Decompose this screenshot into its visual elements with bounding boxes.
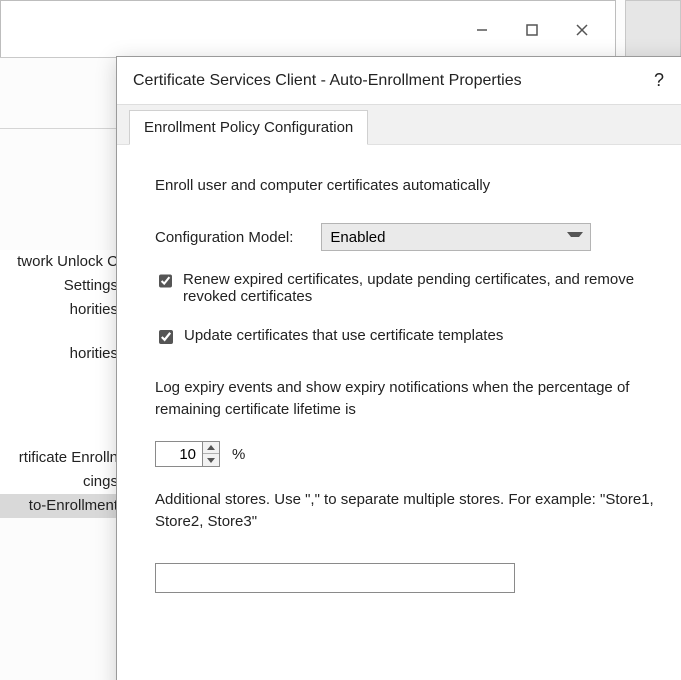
spinner-up-button[interactable] [203, 442, 219, 454]
expiry-percentage-input[interactable] [156, 442, 202, 466]
background-tree-item[interactable]: twork Unlock C [0, 250, 118, 274]
renew-expired-label: Renew expired certificates, update pendi… [183, 271, 665, 305]
background-tree-item[interactable]: horities [0, 342, 118, 366]
background-tree-item[interactable]: rtificate Enrolln [0, 446, 118, 470]
help-button[interactable]: ? [639, 70, 679, 91]
tabstrip: Enrollment Policy Configuration [117, 105, 681, 145]
renew-expired-checkbox[interactable] [159, 274, 172, 288]
background-tree-item[interactable]: cings [0, 470, 118, 494]
background-tree-item [0, 322, 118, 342]
background-right-strip-top [625, 0, 681, 58]
background-tree-item [0, 406, 118, 426]
additional-stores-text: Additional stores. Use "," to separate m… [155, 489, 665, 533]
expiry-text: Log expiry events and show expiry notifi… [155, 377, 665, 421]
expiry-percentage-suffix: % [232, 446, 245, 463]
auto-enrollment-dialog: Certificate Services Client - Auto-Enrol… [116, 56, 681, 680]
expiry-percentage-spinner [155, 441, 220, 467]
background-tree-item [0, 426, 118, 446]
dialog-titlebar: Certificate Services Client - Auto-Enrol… [117, 57, 681, 105]
background-tree-item [0, 366, 118, 386]
config-model-select[interactable]: Not ConfiguredEnabledDisabled [321, 223, 591, 251]
intro-text: Enroll user and computer certificates au… [155, 175, 665, 197]
background-tree-item[interactable]: horities [0, 298, 118, 322]
background-tree-item[interactable]: to-Enrollment [0, 494, 118, 518]
additional-stores-input[interactable] [155, 563, 515, 593]
background-tree-item [0, 386, 118, 406]
close-icon[interactable] [571, 19, 593, 41]
background-toolbar-divider [0, 128, 116, 129]
minimize-icon[interactable] [471, 19, 493, 41]
maximize-icon[interactable] [521, 19, 543, 41]
config-model-label: Configuration Model: [155, 229, 293, 246]
tab-enrollment-policy-configuration[interactable]: Enrollment Policy Configuration [129, 110, 368, 145]
background-tree: twork Unlock CSettingshoritieshoritiesrt… [0, 250, 118, 518]
spinner-down-button[interactable] [203, 454, 219, 466]
background-window [0, 0, 616, 58]
update-templates-checkbox[interactable] [159, 330, 173, 344]
dialog-title: Certificate Services Client - Auto-Enrol… [133, 72, 639, 90]
update-templates-label: Update certificates that use certificate… [184, 327, 503, 344]
background-tree-item[interactable]: Settings [0, 274, 118, 298]
